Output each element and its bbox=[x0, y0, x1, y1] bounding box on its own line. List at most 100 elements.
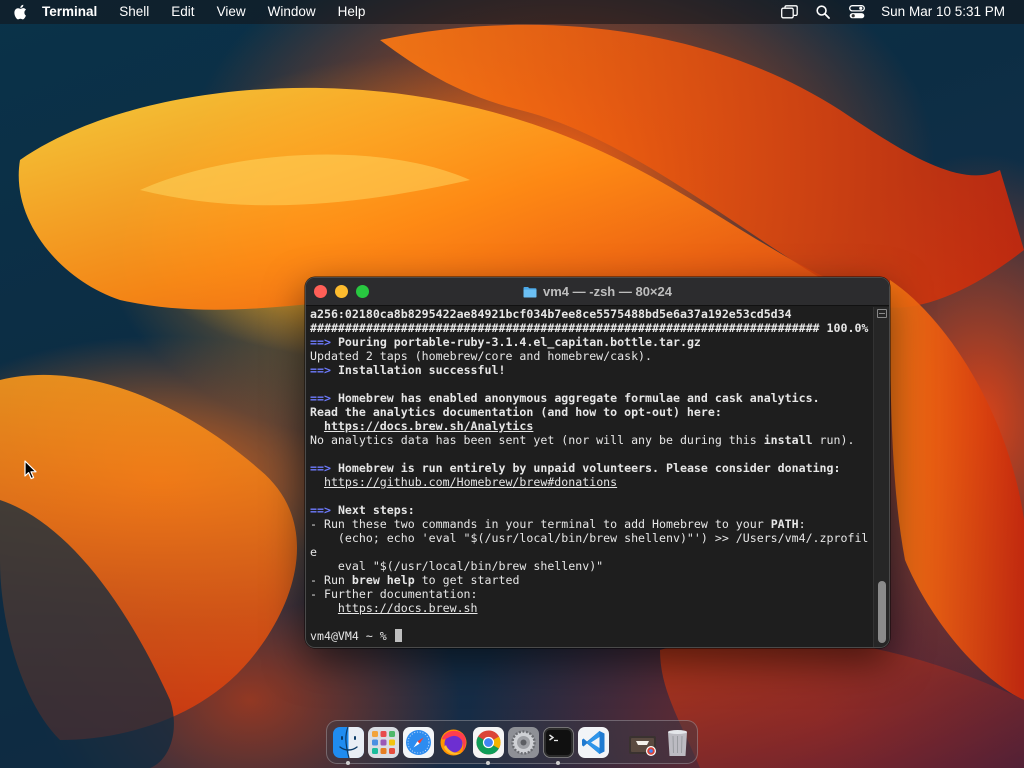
terminal-text: brew help bbox=[351, 573, 415, 587]
menu-bar-clock[interactable]: Sun Mar 10 5:31 PM bbox=[874, 0, 1024, 24]
vscode-icon[interactable] bbox=[578, 726, 609, 758]
terminal-text: ########################################… bbox=[310, 321, 869, 335]
minimize-window-button[interactable] bbox=[335, 285, 348, 298]
terminal-text: Homebrew is run entirely by unpaid volun… bbox=[337, 461, 841, 475]
menu-edit[interactable]: Edit bbox=[160, 0, 205, 24]
menu-shell[interactable]: Shell bbox=[108, 0, 160, 24]
output-arrow-marker: ==> bbox=[310, 461, 331, 475]
terminal-text: to get started bbox=[414, 573, 520, 587]
firefox-icon[interactable] bbox=[438, 727, 469, 758]
terminal-text: eval "$(/usr/local/bin/brew shellenv)" bbox=[310, 559, 604, 573]
terminal-line: https://docs.brew.sh/Analytics bbox=[310, 419, 872, 433]
screen-mirroring-icon[interactable] bbox=[772, 0, 806, 24]
safari-icon[interactable] bbox=[403, 726, 434, 758]
terminal-text: - Further documentation: bbox=[310, 587, 478, 601]
split-pane-icon[interactable] bbox=[877, 309, 887, 318]
terminal-line: (echo; echo 'eval "$(/usr/local/bin/brew… bbox=[310, 531, 872, 545]
terminal-line: ########################################… bbox=[310, 321, 872, 335]
terminal-line: ==> Pouring portable-ruby-3.1.4.el_capit… bbox=[310, 335, 872, 349]
running-indicator bbox=[486, 760, 490, 765]
terminal-text: Updated 2 taps (homebrew/core and homebr… bbox=[310, 349, 653, 363]
terminal-text: No analytics data has been sent yet (nor… bbox=[310, 433, 764, 447]
terminal-text: Installation successful! bbox=[337, 363, 506, 377]
terminal-text: : bbox=[798, 517, 806, 531]
menu-help[interactable]: Help bbox=[327, 0, 377, 24]
window-controls bbox=[314, 285, 369, 298]
menu-window[interactable]: Window bbox=[257, 0, 327, 24]
apple-logo-icon[interactable] bbox=[0, 4, 40, 20]
close-window-button[interactable] bbox=[314, 285, 327, 298]
finder-icon[interactable] bbox=[333, 726, 364, 765]
terminal-text: Next steps: bbox=[337, 503, 415, 517]
folder-icon bbox=[523, 286, 537, 298]
menu-bar: Terminal Shell Edit View Window Help Sun… bbox=[0, 0, 1024, 24]
terminal-link[interactable]: https://github.com/Homebrew/brew#donatio… bbox=[324, 475, 617, 489]
terminal-link[interactable]: https://docs.brew.sh/Analytics bbox=[324, 419, 533, 433]
terminal-line: eval "$(/usr/local/bin/brew shellenv)" bbox=[310, 559, 872, 573]
scrollbar-thumb[interactable] bbox=[878, 581, 886, 643]
terminal-text: Read the analytics documentation (and ho… bbox=[310, 405, 722, 419]
terminal-text: (echo; echo 'eval "$(/usr/local/bin/brew… bbox=[310, 531, 869, 545]
terminal-line: ==> Homebrew is run entirely by unpaid v… bbox=[310, 461, 872, 475]
terminal-text: Homebrew has enabled anonymous aggregate… bbox=[337, 391, 820, 405]
terminal-line: Read the analytics documentation (and ho… bbox=[310, 405, 872, 419]
menu-view[interactable]: View bbox=[206, 0, 257, 24]
running-indicator bbox=[556, 760, 560, 765]
spotlight-search-icon[interactable] bbox=[806, 0, 840, 24]
terminal-output[interactable]: a256:02180ca8b8295422ae84921bcf034b7ee8c… bbox=[310, 307, 872, 645]
terminal-line: - Run brew help to get started bbox=[310, 573, 872, 587]
text-cursor bbox=[394, 629, 402, 642]
menu-app-name[interactable]: Terminal bbox=[40, 0, 108, 24]
terminal-line: ==> Installation successful! bbox=[310, 363, 872, 377]
terminal-line: vm4@VM4 ~ % bbox=[310, 629, 872, 643]
terminal-text: PATH bbox=[770, 517, 799, 531]
output-arrow-marker: ==> bbox=[310, 391, 331, 405]
zoom-window-button[interactable] bbox=[356, 285, 369, 298]
output-arrow-marker: ==> bbox=[310, 335, 331, 349]
terminal-text: Pouring portable-ruby-3.1.4.el_capitan.b… bbox=[337, 335, 701, 349]
terminal-text: a256:02180ca8b8295422ae84921bcf034b7ee8c… bbox=[310, 307, 792, 321]
terminal-line: ==> Homebrew has enabled anonymous aggre… bbox=[310, 391, 872, 405]
terminal-line: Updated 2 taps (homebrew/core and homebr… bbox=[310, 349, 872, 363]
terminal-line: https://github.com/Homebrew/brew#donatio… bbox=[310, 475, 872, 489]
terminal-line: - Further documentation: bbox=[310, 587, 872, 601]
system-settings-icon[interactable] bbox=[508, 726, 539, 758]
output-arrow-marker: ==> bbox=[310, 503, 331, 517]
control-center-icon[interactable] bbox=[840, 0, 874, 24]
terminal-line: No analytics data has been sent yet (nor… bbox=[310, 433, 872, 447]
terminal-scrollbar[interactable] bbox=[873, 307, 889, 647]
terminal-line: - Run these two commands in your termina… bbox=[310, 517, 872, 531]
terminal-text: run). bbox=[812, 433, 855, 447]
output-arrow-marker: ==> bbox=[310, 363, 331, 377]
window-title-bar[interactable]: vm4 — -zsh — 80×24 bbox=[306, 278, 889, 306]
downloads-stack-icon[interactable] bbox=[627, 727, 658, 758]
window-title: vm4 — -zsh — 80×24 bbox=[543, 284, 672, 299]
terminal-text: vm4@VM4 ~ % bbox=[310, 629, 394, 643]
chrome-icon[interactable] bbox=[473, 726, 504, 765]
launchpad-icon[interactable] bbox=[368, 726, 399, 758]
trash-icon[interactable] bbox=[662, 727, 693, 758]
terminal-line: e bbox=[310, 545, 872, 559]
terminal-line: ==> Next steps: bbox=[310, 503, 872, 517]
terminal-line: a256:02180ca8b8295422ae84921bcf034b7ee8c… bbox=[310, 307, 872, 321]
terminal-text: install bbox=[763, 433, 813, 447]
terminal-window: vm4 — -zsh — 80×24 a256:02180ca8b8295422… bbox=[305, 277, 890, 648]
terminal-text: - Run these two commands in your termina… bbox=[310, 517, 771, 531]
terminal-icon[interactable] bbox=[543, 726, 574, 765]
running-indicator bbox=[346, 760, 350, 765]
terminal-link[interactable]: https://docs.brew.sh bbox=[338, 601, 478, 615]
dock bbox=[326, 720, 698, 765]
terminal-text: e bbox=[310, 545, 317, 559]
